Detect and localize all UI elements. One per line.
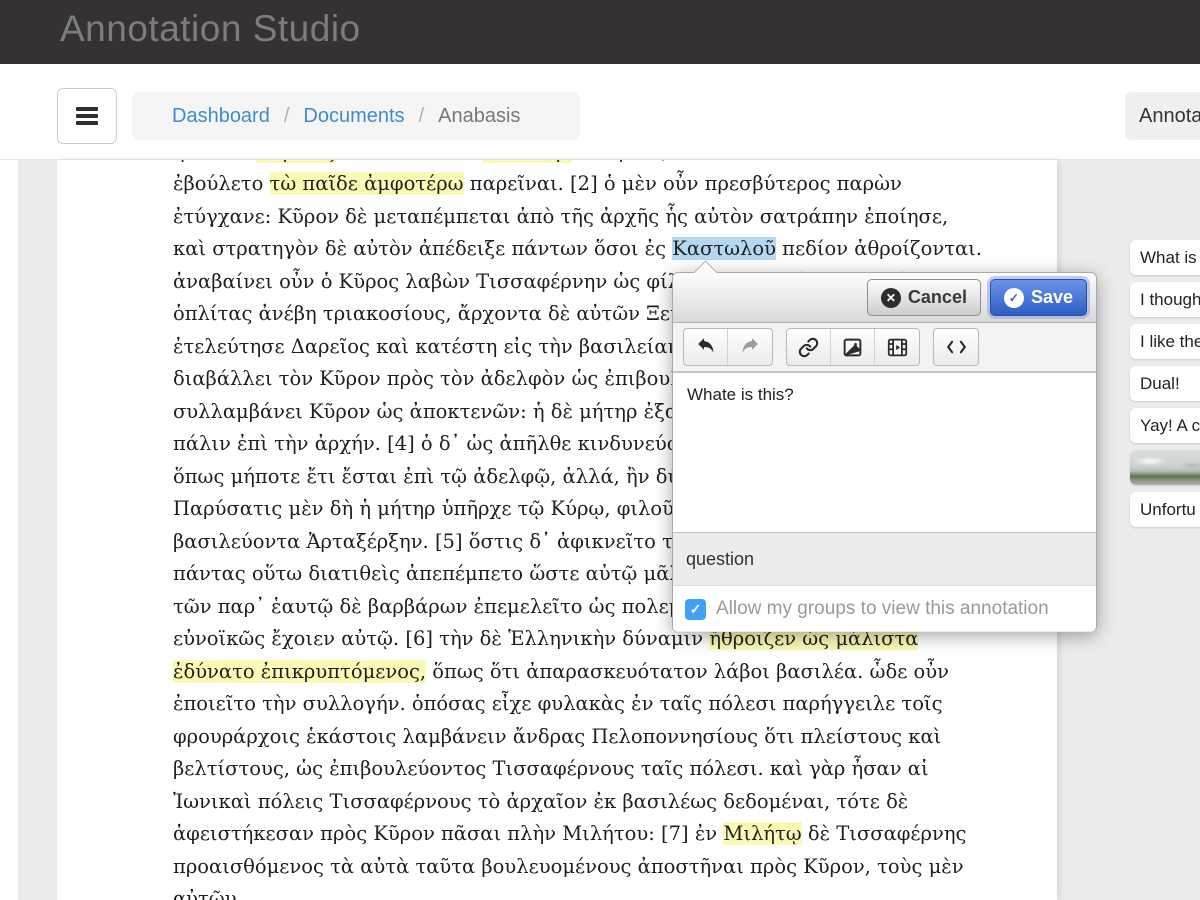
- groups-checkbox-label: Allow my groups to view this annotation: [716, 598, 1049, 620]
- image-icon: [842, 337, 863, 358]
- tags-input[interactable]: question: [673, 533, 1096, 586]
- cancel-x-icon: ✕: [881, 288, 901, 308]
- hamburger-icon: [76, 104, 98, 129]
- text-segment: ἐβούλετο: [173, 172, 270, 195]
- annotation-card-text: I though: [1140, 290, 1200, 310]
- annotation-studio-app: Annotation Studio Dashboard / Documents …: [0, 0, 1200, 900]
- editor-controls: ✕ Cancel ✓ Save: [673, 273, 1096, 323]
- editor-toolbar: [673, 323, 1096, 372]
- code-button[interactable]: [934, 329, 978, 365]
- text-segment: εὐνοϊκῶς ἔχοιεν αὐτῷ. [6] τὴν δὲ Ἑλληνικ…: [173, 627, 709, 650]
- text-segment: καὶ στρατηγὸν δὲ αὐτὸν ἀπέδειξε πάντων ὅ…: [173, 237, 672, 260]
- annotation-card-text: Dual!: [1140, 374, 1180, 394]
- text-line: ἐποιεῖτο τὴν συλλογήν. ὁπόσας εἶχε φυλακ…: [173, 688, 1043, 721]
- annotation-card-text: I like the: [1140, 332, 1200, 352]
- breadcrumb-documents[interactable]: Documents: [303, 105, 404, 128]
- insert-image-button[interactable]: [831, 329, 875, 365]
- annotation-card[interactable]: What is: [1130, 240, 1200, 275]
- text-segment: ἠσθένει: [173, 160, 256, 163]
- hamburger-menu-button[interactable]: [57, 88, 117, 144]
- annotation-card-text: What is: [1140, 248, 1197, 268]
- text-line: ἐδύνατο ἐπικρυπτόμενος, ὅπως ὅτι ἀπαρασκ…: [173, 656, 1043, 689]
- groups-checkbox[interactable]: ✓: [685, 599, 706, 620]
- app-header: Annotation Studio: [0, 0, 1200, 64]
- selected-text[interactable]: Καστωλοῦ: [672, 237, 776, 260]
- app-title: Annotation Studio: [60, 8, 361, 50]
- annotation-body-textarea[interactable]: Whate is this?: [673, 372, 1096, 533]
- annotation-card[interactable]: Dual!: [1130, 366, 1200, 401]
- breadcrumb-separator: /: [419, 105, 425, 128]
- insert-link-button[interactable]: [787, 329, 831, 365]
- text-line: ἀφειστήκεσαν πρὸς Κῦρον πᾶσαι πλὴν Μιλήτ…: [173, 818, 1043, 851]
- text-segment: προαισθόμενος τὰ αὐτὰ ταῦτα βουλευομένου…: [173, 855, 964, 878]
- text-segment: αὐτῶν: [173, 887, 237, 900]
- text-line: φρουράρχοις ἑκάστοις λαμβάνειν ἄνδρας Πε…: [173, 721, 1043, 754]
- text-line: ἐτύγχανε: Κῦρον δὲ μεταπέμπεται ἀπὸ τῆς …: [173, 201, 1043, 234]
- highlighted-annotation-text[interactable]: ἐδύνατο ἐπικρυπτόμενος,: [173, 660, 426, 683]
- history-button-group: [683, 328, 773, 366]
- annotations-panel-button[interactable]: Annotations: [1125, 92, 1200, 140]
- text-segment: ἐτύγχανε: Κῦρον δὲ μεταπέμπεται ἀπὸ τῆς …: [173, 205, 948, 228]
- code-button-group: [933, 328, 979, 366]
- text-segment: πεδίον ἁθροίζονται.: [776, 237, 982, 260]
- text-line: ἐβούλετο τὼ παῖδε ἀμφοτέρω παρεῖναι. [2]…: [173, 168, 1043, 201]
- film-icon: [887, 337, 908, 358]
- breadcrumb-dashboard[interactable]: Dashboard: [172, 105, 270, 128]
- save-check-icon: ✓: [1004, 288, 1024, 308]
- annotation-card-image[interactable]: [1130, 450, 1200, 485]
- text-segment: δὲ Τισσαφέρνης: [802, 822, 967, 845]
- text-line: καὶ στρατηγὸν δὲ αὐτὸν ἀπέδειξε πάντων ὅ…: [173, 233, 1043, 266]
- highlighted-annotation-text[interactable]: τελευτὴν: [483, 160, 573, 163]
- annotation-card[interactable]: I though: [1130, 282, 1200, 317]
- share-row: ✓ Allow my groups to view this annotatio…: [673, 586, 1096, 632]
- save-button[interactable]: ✓ Save: [990, 279, 1087, 316]
- breadcrumb-separator: /: [284, 105, 290, 128]
- text-segment: ἐποιεῖτο τὴν συλλογήν. ὁπόσας εἶχε φυλακ…: [173, 692, 943, 715]
- annotation-card-text: Unfortu: [1140, 500, 1196, 520]
- breadcrumb-bar: Dashboard / Documents / Anabasis Annotat…: [0, 64, 1200, 160]
- highlighted-annotation-text[interactable]: Μιλήτῳ: [723, 822, 801, 845]
- insert-video-button[interactable]: [875, 329, 919, 365]
- text-segment: τοῦ βίου,: [572, 160, 668, 163]
- annotation-card[interactable]: I like the: [1130, 324, 1200, 359]
- undo-button[interactable]: [684, 329, 728, 365]
- text-segment: ὅπως ὅτι ἀπαρασκευότατον λάβοι βασιλέα. …: [426, 660, 949, 683]
- highlighted-annotation-text[interactable]: Δαρεῖος: [256, 160, 335, 163]
- annotation-card[interactable]: Unfortu: [1130, 492, 1200, 527]
- text-segment: ἀφειστήκεσαν πρὸς Κῦρον πᾶσαι πλὴν Μιλήτ…: [173, 822, 723, 845]
- text-segment: Ἰωνικαὶ πόλεις Τισσαφέρνους τὸ ἀρχαῖον ἐ…: [173, 790, 908, 813]
- redo-icon: [740, 337, 760, 357]
- code-icon: [946, 339, 967, 355]
- undo-icon: [696, 337, 716, 357]
- text-line: ἠσθένει Δαρεῖος καὶ ὑπώπτευε τελευτὴν το…: [173, 160, 1043, 168]
- breadcrumb: Dashboard / Documents / Anabasis: [132, 92, 580, 140]
- text-segment: καὶ ὑπώπτευε: [335, 160, 483, 163]
- media-button-group: [786, 328, 920, 366]
- annotation-editor-popup: ✕ Cancel ✓ Save: [672, 272, 1097, 632]
- text-line: αὐτῶν: [173, 883, 1043, 900]
- cancel-button[interactable]: ✕ Cancel: [867, 279, 981, 316]
- text-line: Ἰωνικαὶ πόλεις Τισσαφέρνους τὸ ἀρχαῖον ἐ…: [173, 786, 1043, 819]
- annotation-card[interactable]: Yay! A cl: [1130, 408, 1200, 443]
- text-line: βελτίστους, ὡς ἐπιβουλεύοντος Τισσαφέρνο…: [173, 753, 1043, 786]
- highlighted-annotation-text[interactable]: τὼ παῖδε ἀμφοτέρω: [270, 172, 464, 195]
- redo-button[interactable]: [728, 329, 772, 365]
- text-segment: παρεῖναι. [2] ὁ μὲν οὖν πρεσβύτερος παρὼ…: [464, 172, 902, 195]
- link-icon: [798, 337, 819, 358]
- tag-question: question: [686, 549, 754, 570]
- text-line: προαισθόμενος τὰ αὐτὰ ταῦτα βουλευομένου…: [173, 851, 1043, 884]
- breadcrumb-current-anabasis: Anabasis: [438, 105, 520, 128]
- text-segment: φρουράρχοις ἑκάστοις λαμβάνειν ἄνδρας Πε…: [173, 725, 941, 748]
- text-segment: βελτίστους, ὡς ἐπιβουλεύοντος Τισσαφέρνο…: [173, 757, 929, 780]
- annotation-card-text: Yay! A cl: [1140, 416, 1200, 436]
- landscape-thumbnail: [1130, 450, 1200, 485]
